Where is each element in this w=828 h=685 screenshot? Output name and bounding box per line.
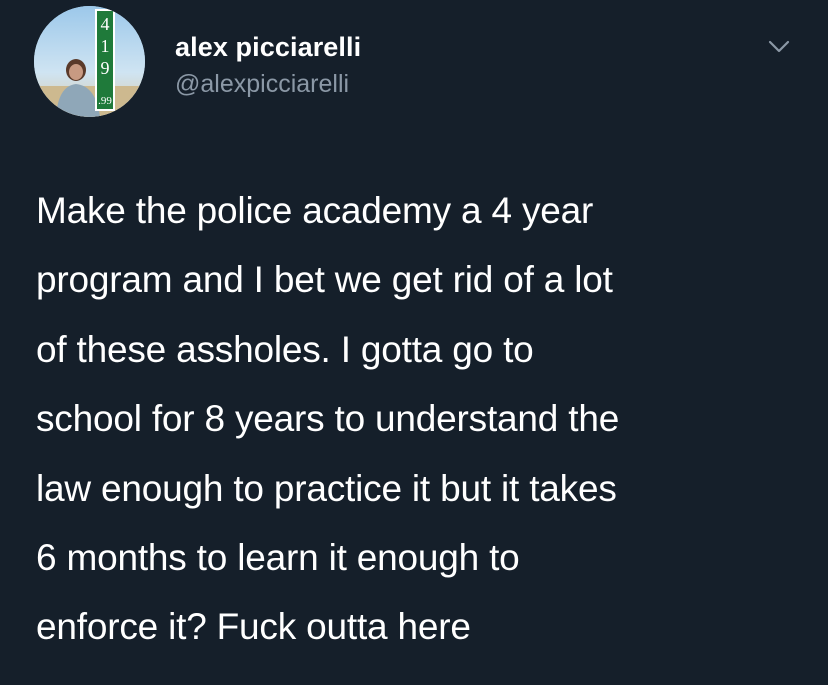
tweet-card: 4 1 9 .99 alex picciarelli @alexpicciare… — [0, 0, 828, 685]
avatar-sign-char: 1 — [101, 36, 110, 56]
chevron-down-icon — [768, 40, 790, 53]
author-handle[interactable]: @alexpicciarelli — [175, 70, 349, 99]
author-display-name[interactable]: alex picciarelli — [175, 32, 361, 63]
tweet-text-line: 6 months to learn it enough to — [36, 537, 520, 579]
tweet-text-line: law enough to practice it but it takes — [36, 467, 617, 509]
tweet-text: Make the police academy a 4 year program… — [36, 176, 806, 662]
avatar-sign-char: 4 — [101, 14, 110, 34]
tweet-text-line: Make the police academy a 4 year — [36, 190, 594, 231]
avatar[interactable]: 4 1 9 .99 — [34, 6, 145, 117]
avatar-sign-char: .99 — [98, 95, 112, 107]
tweet-text-line: school for 8 years to understand the — [36, 398, 620, 440]
tweet-menu-button[interactable] — [766, 36, 792, 56]
tweet-text-line: enforce it? Fuck outta here — [36, 606, 471, 648]
tweet-text-line: of these assholes. I gotta go to — [36, 328, 534, 370]
tweet-text-line: program and I bet we get rid of a lot — [36, 259, 613, 301]
avatar-sign-char: 9 — [101, 58, 110, 78]
